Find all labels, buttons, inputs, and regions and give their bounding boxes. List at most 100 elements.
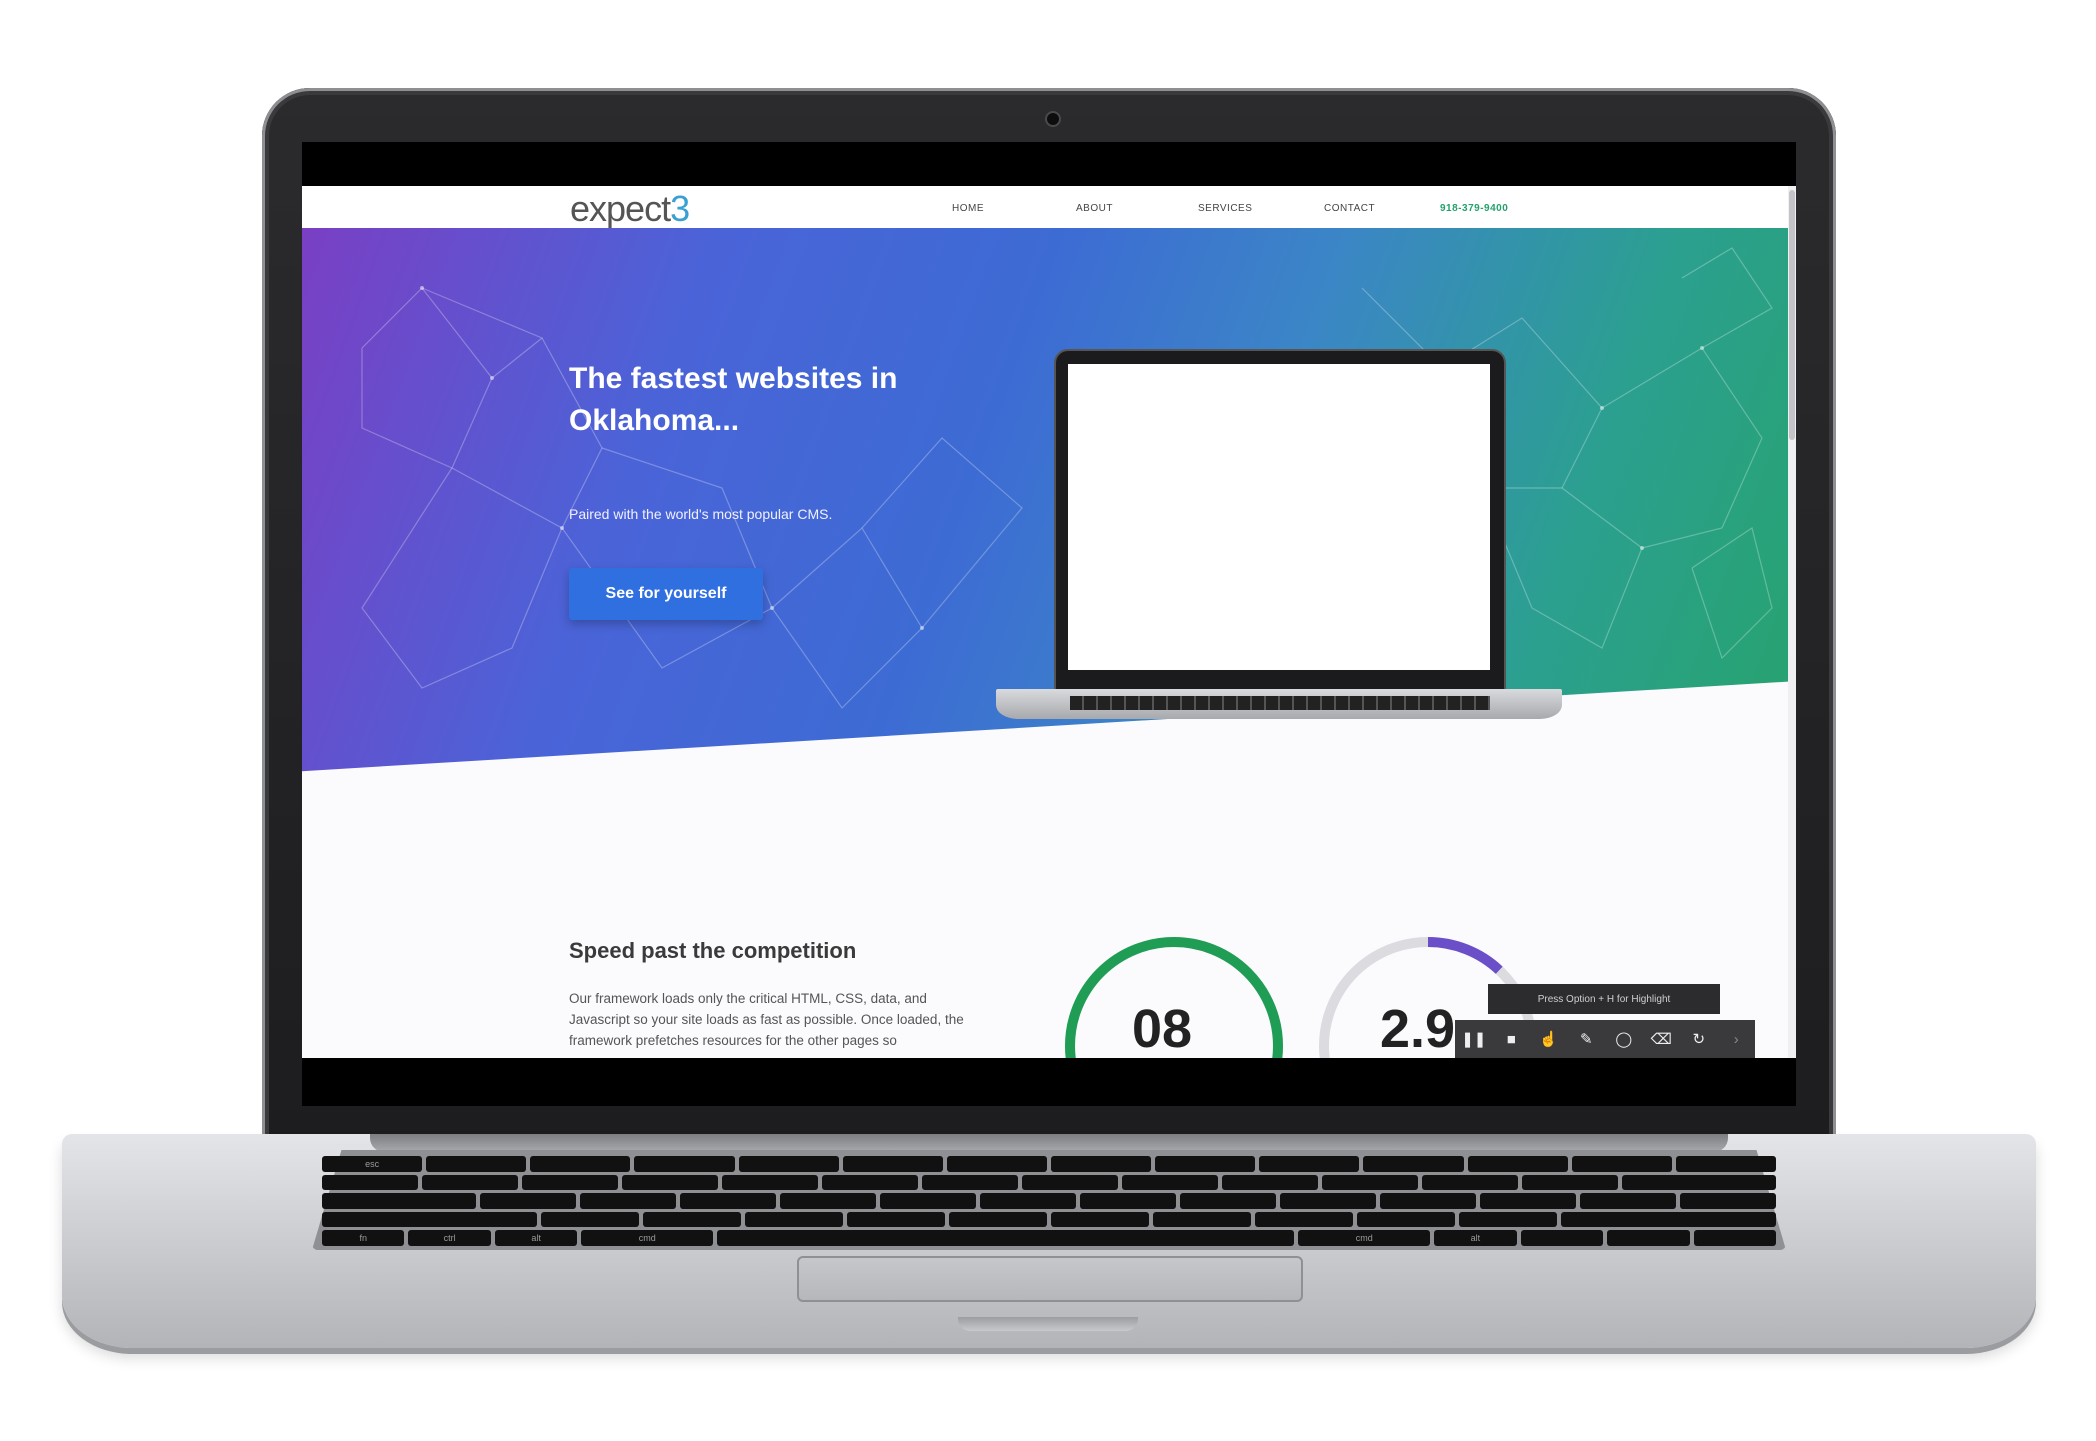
recorder-toolbar: ❚❚ ■ ☝ ✎ ◯ ⌫ ↻ › [1455,1020,1755,1058]
key[interactable] [745,1211,844,1228]
screen-bezel-top [302,142,1796,186]
key[interactable] [422,1174,519,1191]
key-arrow-left[interactable] [1520,1230,1604,1246]
key-cmd-left[interactable]: cmd [581,1230,714,1246]
site-logo[interactable]: expect3 [570,188,690,230]
key[interactable] [1479,1193,1576,1209]
stop-icon[interactable]: ■ [1499,1031,1523,1048]
camera-icon [1045,111,1061,127]
speed-gauge-2-value: 2.9 [1380,999,1456,1058]
key[interactable] [1363,1156,1464,1172]
hero-laptop-screen [1068,364,1490,670]
nav-home[interactable]: HOME [952,203,984,214]
key[interactable] [1379,1193,1476,1209]
pen-icon[interactable]: ✎ [1574,1030,1598,1048]
key[interactable] [1022,1174,1119,1191]
key-tab[interactable] [322,1193,476,1209]
pause-icon[interactable]: ❚❚ [1461,1030,1486,1048]
key[interactable] [1322,1174,1419,1191]
keyboard: esc fn ctrl alt cmd cmd alt [322,1156,1777,1246]
key[interactable] [722,1174,819,1191]
key[interactable] [1279,1193,1376,1209]
key-esc[interactable]: esc [322,1156,423,1172]
keyboard-row-qwerty [322,1193,1777,1209]
key-shift-right[interactable] [1560,1211,1777,1228]
laptop-screen: expect3 HOME ABOUT SERVICES CONTACT 918-… [302,186,1796,1058]
key-space[interactable] [717,1230,1295,1246]
key[interactable] [322,1174,419,1191]
key[interactable] [1356,1211,1455,1228]
nav-contact[interactable]: CONTACT [1324,203,1375,214]
key[interactable] [1222,1174,1319,1191]
key[interactable] [1571,1156,1672,1172]
keyboard-row-numbers [322,1174,1777,1191]
nav-phone[interactable]: 918-379-9400 [1440,203,1508,214]
key-alt-right[interactable]: alt [1434,1230,1517,1246]
key-power[interactable] [1675,1156,1776,1172]
key[interactable] [979,1193,1076,1209]
key-cmd-right[interactable]: cmd [1298,1230,1431,1246]
eraser-icon[interactable]: ⌫ [1649,1030,1673,1048]
key[interactable] [779,1193,876,1209]
key[interactable] [1422,1174,1519,1191]
key-alt-left[interactable]: alt [494,1230,578,1246]
key[interactable] [822,1174,919,1191]
page-scrollbar[interactable] [1788,186,1796,1058]
keyboard-row-function: esc [322,1156,1776,1172]
key[interactable] [1179,1193,1276,1209]
key[interactable] [879,1193,976,1209]
nav-about[interactable]: ABOUT [1076,203,1113,214]
key[interactable] [426,1156,527,1172]
key[interactable] [679,1193,776,1209]
key[interactable] [922,1174,1019,1191]
recorder-hint-tooltip: Press Option + H for Highlight [1488,984,1720,1014]
key-shift-left[interactable] [322,1211,538,1228]
trackpad[interactable] [797,1256,1303,1302]
see-for-yourself-button[interactable]: See for yourself [569,568,763,620]
key[interactable] [643,1211,742,1228]
chevron-right-icon[interactable]: › [1724,1031,1748,1048]
key-ctrl[interactable]: ctrl [408,1230,491,1246]
key-arrow-updown[interactable] [1607,1230,1690,1246]
key[interactable] [1152,1211,1251,1228]
key[interactable] [1522,1174,1619,1191]
key[interactable] [522,1174,619,1191]
key[interactable] [842,1156,943,1172]
key[interactable] [1254,1211,1353,1228]
key[interactable] [946,1156,1047,1172]
key[interactable] [1680,1193,1777,1209]
key[interactable] [1467,1156,1568,1172]
pointer-icon[interactable]: ☝ [1537,1030,1561,1048]
key[interactable] [530,1156,631,1172]
key[interactable] [738,1156,839,1172]
key[interactable] [579,1193,676,1209]
nav-services[interactable]: SERVICES [1198,203,1252,214]
logo-text: expect [570,188,671,229]
key[interactable] [949,1211,1048,1228]
key[interactable] [847,1211,946,1228]
key-arrow-right[interactable] [1693,1230,1776,1246]
hero-subtitle: Paired with the world's most popular CMS… [569,506,833,522]
site-navbar: expect3 HOME ABOUT SERVICES CONTACT 918-… [302,186,1796,229]
key[interactable] [1051,1211,1149,1228]
key[interactable] [1458,1211,1557,1228]
key[interactable] [1122,1174,1219,1191]
key[interactable] [479,1193,576,1209]
refresh-icon[interactable]: ↻ [1687,1030,1711,1048]
scrollbar-thumb[interactable] [1789,190,1795,440]
key[interactable] [1155,1156,1256,1172]
key[interactable] [622,1174,719,1191]
key[interactable] [1579,1193,1677,1209]
circle-icon[interactable]: ◯ [1612,1030,1636,1048]
keyboard-row-bottom: fn ctrl alt cmd cmd alt [322,1230,1776,1246]
keyboard-row-home [322,1211,1777,1228]
speed-section-title: Speed past the competition [569,938,857,963]
key-fn[interactable]: fn [322,1230,405,1246]
key[interactable] [634,1156,735,1172]
key[interactable] [541,1211,640,1228]
key[interactable] [1259,1156,1360,1172]
hero-title: The fastest websites in Oklahoma... [569,362,898,437]
key[interactable] [1050,1156,1152,1172]
key[interactable] [1079,1193,1176,1209]
key-delete[interactable] [1622,1174,1777,1191]
